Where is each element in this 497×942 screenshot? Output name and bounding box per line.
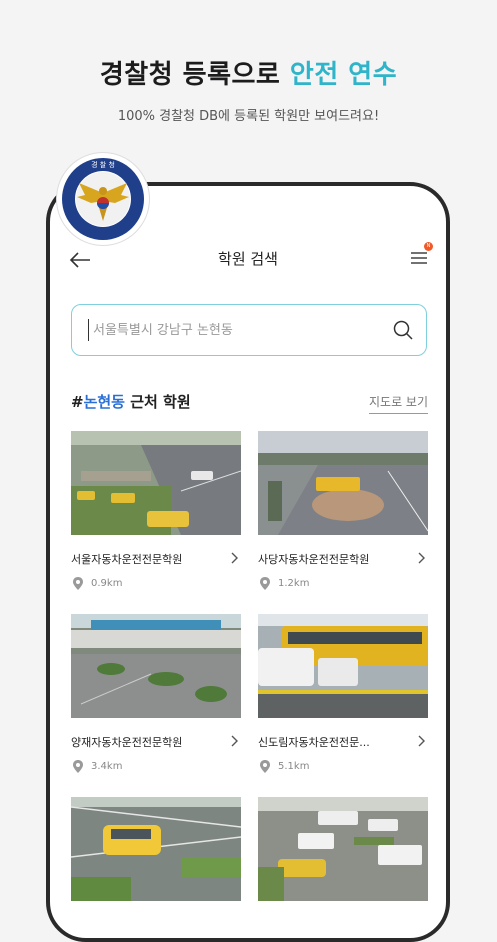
menu-button[interactable]: N: [408, 242, 433, 270]
academy-distance: 0.9km: [91, 578, 123, 589]
academy-name: 사당자동차운전전문학원: [258, 553, 370, 566]
location-pin-icon: [260, 760, 270, 773]
academy-card[interactable]: [258, 797, 428, 901]
academy-distance: 5.1km: [278, 761, 310, 772]
phone-frame: 학원 검색 N #논현동 근처 학원 지도로 보기: [46, 182, 450, 942]
academy-photo: [258, 614, 428, 718]
academy-card[interactable]: [71, 797, 241, 901]
badge-top-text: 경 찰 청: [91, 160, 115, 169]
map-view-link[interactable]: 지도로 보기: [368, 393, 428, 414]
academy-card[interactable]: 신도림자동차운전전문... 5.1km: [258, 614, 428, 773]
search-input[interactable]: [88, 319, 385, 341]
academy-name: 서울자동차운전전문학원: [71, 553, 183, 566]
chevron-right-icon: [418, 735, 425, 747]
section-title-suffix: 근처 학원: [124, 393, 191, 411]
chevron-right-icon: [231, 735, 238, 747]
headline-accent: 안전 연수: [289, 60, 398, 90]
chevron-right-icon: [231, 552, 238, 564]
promo-subline: 100% 경찰청 DB에 등록된 학원만 보여드려요!: [117, 109, 380, 124]
academy-card[interactable]: 양재자동차운전전문학원 3.4km: [71, 614, 241, 773]
academy-card[interactable]: 서울자동차운전전문학원 0.9km: [71, 431, 241, 590]
location-pin-icon: [73, 577, 83, 590]
notification-badge: N: [424, 242, 433, 251]
academy-card[interactable]: 사당자동차운전전문학원 1.2km: [258, 431, 428, 590]
academy-photo: [71, 614, 241, 718]
academy-photo: [71, 431, 241, 535]
academy-photo: [258, 431, 428, 535]
academy-photo: [258, 797, 428, 901]
academy-name: 양재자동차운전전문학원: [71, 736, 183, 749]
academy-name: 신도림자동차운전전문...: [258, 736, 370, 749]
police-emblem-icon: 경 찰 청: [57, 153, 149, 245]
headline-prefix: 경찰청 등록으로: [99, 60, 290, 90]
location-pin-icon: [260, 577, 270, 590]
section-title: #논현동 근처 학원: [71, 391, 191, 412]
search-icon[interactable]: [392, 319, 414, 341]
search-box: [71, 304, 427, 356]
chevron-right-icon: [418, 552, 425, 564]
academy-distance: 3.4km: [91, 761, 123, 772]
app-bar: 학원 검색 N: [50, 242, 446, 278]
academy-distance: 1.2km: [278, 578, 310, 589]
page-title: 학원 검색: [218, 250, 278, 268]
section-title-prefix: #: [71, 393, 84, 411]
location-pin-icon: [73, 760, 83, 773]
promo-headline: 경찰청 등록으로 안전 연수: [0, 54, 497, 91]
academy-photo: [71, 797, 241, 901]
section-title-highlight: 논현동: [83, 393, 125, 411]
